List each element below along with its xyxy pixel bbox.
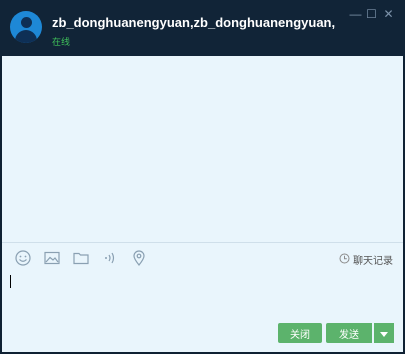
avatar-body bbox=[15, 30, 37, 43]
send-options-button[interactable] bbox=[373, 323, 394, 343]
location-icon[interactable] bbox=[130, 249, 148, 267]
send-button-label: 发送 bbox=[339, 329, 359, 341]
chevron-down-icon bbox=[380, 324, 388, 342]
clock-icon bbox=[339, 253, 350, 267]
title-bar[interactable]: zb_donghuanengyuan,zb_donghuanengyuan, 在… bbox=[0, 0, 405, 56]
message-area[interactable] bbox=[2, 56, 403, 242]
minimize-icon: — bbox=[349, 7, 362, 21]
text-caret bbox=[10, 275, 11, 288]
minimize-button[interactable]: — bbox=[349, 8, 362, 21]
status-text: 在线 bbox=[52, 37, 71, 47]
avatar[interactable] bbox=[10, 11, 42, 43]
chat-window: zb_donghuanengyuan,zb_donghuanengyuan, 在… bbox=[0, 0, 405, 354]
close-window-button[interactable]: ✕ bbox=[382, 8, 395, 21]
chat-history-label: 聊天记录 bbox=[353, 256, 393, 267]
folder-icon[interactable] bbox=[72, 249, 90, 267]
avatar-head bbox=[21, 17, 32, 28]
emoji-icon[interactable] bbox=[14, 249, 32, 267]
chat-history-link[interactable]: 聊天记录 bbox=[339, 252, 393, 267]
close-button[interactable]: 关闭 bbox=[278, 323, 322, 343]
contact-name: zb_donghuanengyuan,zb_donghuanengyuan, bbox=[52, 15, 336, 30]
input-toolbar: 聊天记录 bbox=[2, 243, 403, 269]
message-input[interactable]: 关闭 发送 bbox=[2, 269, 403, 352]
close-button-label: 关闭 bbox=[290, 329, 310, 341]
maximize-button[interactable]: ☐ bbox=[365, 8, 378, 21]
voice-icon[interactable] bbox=[101, 249, 119, 267]
image-icon[interactable] bbox=[43, 249, 61, 267]
send-button[interactable]: 发送 bbox=[326, 323, 372, 343]
close-icon: ✕ bbox=[383, 7, 394, 21]
maximize-icon: ☐ bbox=[366, 7, 377, 21]
